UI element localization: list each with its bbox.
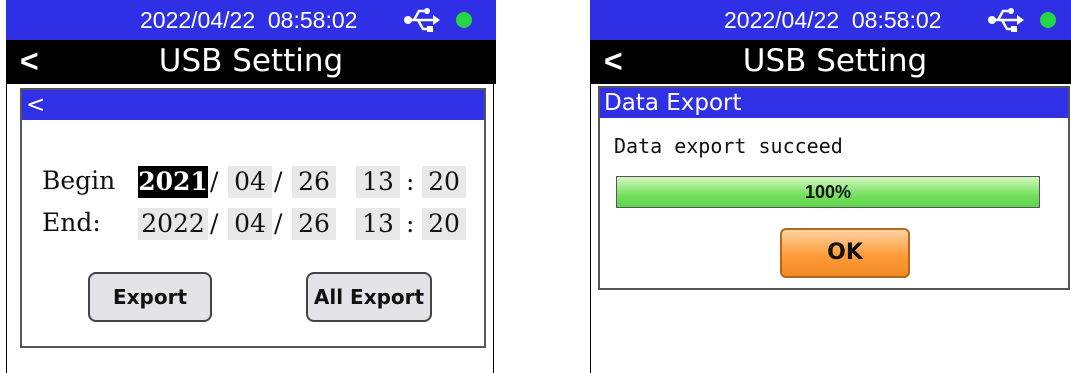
begin-month-field[interactable]: 04 [228, 166, 272, 198]
export-status-message: Data export succeed [614, 134, 843, 158]
begin-date-separator-2: / [274, 167, 283, 196]
ok-button[interactable]: OK [780, 228, 910, 278]
title-bar: < USB Setting [590, 40, 1071, 84]
begin-hour-field[interactable]: 13 [356, 166, 400, 198]
dialog-title: Data Export [600, 88, 1068, 118]
status-indicator-dot [1040, 12, 1056, 28]
status-bar: 2022/04/22 08:58:02 [6, 0, 496, 40]
begin-minute-field[interactable]: 20 [422, 166, 466, 198]
data-export-dialog: Data Export Data export succeed 100% OK [598, 86, 1070, 290]
progress-label: 100% [804, 182, 852, 202]
end-minute-field[interactable]: 20 [422, 208, 466, 240]
begin-date-separator-1: / [210, 167, 219, 196]
end-day-field[interactable]: 26 [292, 208, 336, 240]
title-bar: < USB Setting [6, 40, 496, 84]
end-date-separator-1: / [210, 209, 219, 238]
export-progress-bar: 100% [616, 176, 1040, 208]
begin-day-field[interactable]: 26 [292, 166, 336, 198]
usb-setting-screen-export-result: 2022/04/22 08:58:02 < USB Setting Data E… [590, 0, 1071, 373]
end-date-separator-2: / [274, 209, 283, 238]
end-month-field[interactable]: 04 [228, 208, 272, 240]
export-button[interactable]: Export [88, 272, 212, 322]
status-indicator-dot [456, 12, 472, 28]
date-range-dialog: < Begin 2021 / 04 / 26 13 : 20 End: 2022… [20, 88, 486, 348]
status-bar: 2022/04/22 08:58:02 [590, 0, 1071, 40]
status-datetime: 2022/04/22 08:58:02 [724, 7, 942, 33]
begin-time-separator: : [406, 167, 415, 196]
usb-setting-screen-date-range: 2022/04/22 08:58:02 < USB Setting < Begi… [6, 0, 496, 373]
page-title: USB Setting [158, 43, 344, 79]
usb-icon [404, 8, 440, 32]
end-time-separator: : [406, 209, 415, 238]
dialog-back-button[interactable]: < [22, 90, 484, 120]
page-title: USB Setting [742, 43, 928, 79]
end-label: End: [42, 208, 101, 237]
begin-label: Begin [42, 166, 116, 195]
all-export-button[interactable]: All Export [306, 272, 432, 322]
status-datetime: 2022/04/22 08:58:02 [140, 7, 358, 33]
end-hour-field[interactable]: 13 [356, 208, 400, 240]
end-year-field[interactable]: 2022 [138, 208, 208, 240]
usb-icon [988, 8, 1024, 32]
begin-year-field[interactable]: 2021 [138, 166, 208, 198]
